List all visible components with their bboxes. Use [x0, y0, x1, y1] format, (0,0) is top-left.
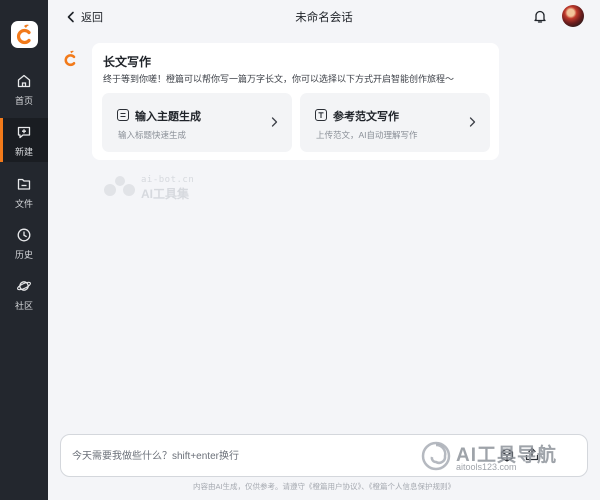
watermark-url: ai-bot.cn	[141, 175, 195, 185]
card-description: 终于等到你嗟！橙篇可以帮你写一篇万字长文，你可以选择以下方式开启智能创作旅程～	[103, 74, 455, 84]
chevron-right-icon	[271, 117, 278, 127]
planet-icon	[17, 281, 31, 291]
avatar[interactable]	[562, 5, 584, 27]
option-title: 参考范文写作	[333, 111, 399, 123]
long-writing-card: 长文写作 终于等到你嗟！橙篇可以帮你写一篇万字长文，你可以选择以下方式开启智能创…	[92, 43, 499, 160]
option-subtitle: 输入标题快速生成	[118, 130, 187, 140]
page-title: 未命名会话	[295, 12, 353, 24]
disclaimer-footnote: 内容由AI生成，仅供参考。请遵守《橙篇用户协议》、《橙篇个人信息保护规则》	[192, 482, 456, 491]
clock-icon	[17, 228, 31, 242]
sidebar-item-label: 首页	[14, 96, 33, 106]
sidebar-item-files[interactable]: 文件	[0, 170, 48, 214]
sidebar-item-label: 社区	[14, 301, 33, 311]
orange-logo-icon	[17, 24, 31, 45]
sidebar: 首页 新建 文件 历史 社区	[0, 0, 48, 500]
sidebar-item-label: 新建	[14, 147, 33, 157]
top-bar: 返回 未命名会话	[48, 0, 600, 34]
text-t-icon	[315, 109, 327, 121]
watermark-swirl-icon	[421, 441, 451, 471]
option-title: 输入主题生成	[135, 111, 201, 123]
watermark-logo-icon	[104, 176, 135, 196]
corner-watermark: AI工具导航 aitools123.com	[420, 438, 590, 474]
new-chat-icon	[17, 126, 31, 139]
bell-icon[interactable]	[533, 9, 547, 24]
sidebar-item-history[interactable]: 历史	[0, 221, 48, 265]
chat-input[interactable]	[72, 448, 412, 464]
watermark-name: AI工具集	[141, 187, 190, 201]
option-reference-writing[interactable]: 参考范文写作 上传范文，AI自动理解写作	[300, 93, 490, 152]
option-subtitle: 上传范文，AI自动理解写作	[316, 130, 418, 140]
document-icon	[117, 109, 129, 121]
watermark: ai-bot.cn AI工具集	[103, 175, 194, 202]
app-logo[interactable]	[11, 21, 38, 48]
card-title: 长文写作	[103, 55, 152, 69]
sidebar-item-label: 历史	[14, 250, 33, 260]
folder-icon	[17, 178, 31, 190]
sidebar-item-home[interactable]: 首页	[0, 67, 48, 111]
option-topic-generate[interactable]: 输入主题生成 输入标题快速生成	[102, 93, 292, 152]
bot-avatar-icon	[64, 50, 76, 67]
sidebar-item-new[interactable]: 新建	[0, 118, 48, 162]
sidebar-item-label: 文件	[14, 199, 33, 209]
home-icon	[17, 74, 31, 88]
chevron-right-icon	[469, 117, 476, 127]
corner-watermark-url: aitools123.com	[456, 462, 517, 472]
sidebar-item-community[interactable]: 社区	[0, 272, 48, 316]
